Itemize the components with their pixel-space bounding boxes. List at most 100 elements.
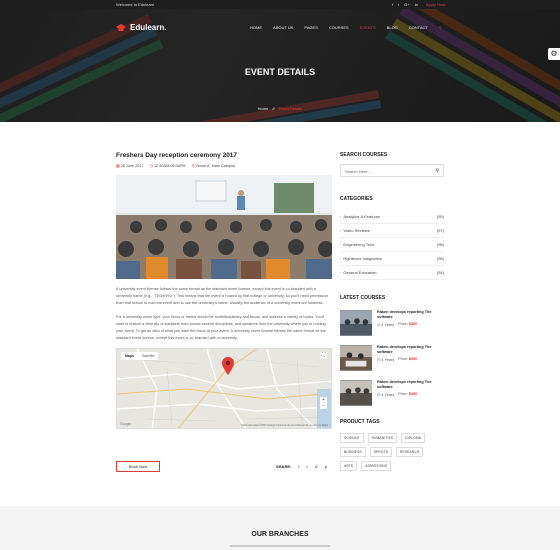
sidebar: SEARCH COURSES Search Here ... ⚲ CATEGOR… [340, 152, 444, 471]
category-list: › Analytics & Features (55) › Video Reviews… [340, 210, 444, 280]
categories-title: CATEGORIES [340, 196, 373, 202]
event-venue: ⚲Venue A, Main Campus [191, 164, 236, 168]
event-description-1: A university event license follows the s… [116, 287, 329, 305]
tag-diploma[interactable]: DIPLOMA [401, 433, 425, 443]
tag-research[interactable]: RESEARCH [396, 447, 424, 457]
category-item[interactable]: › Video Reviews (57) [340, 224, 444, 238]
branches-subtitle-line [230, 545, 330, 547]
calendar-icon: ▦ [116, 164, 120, 168]
chevron-right-icon: › [340, 228, 342, 233]
category-item[interactable]: › General Education (54) [340, 266, 444, 280]
tag-arts[interactable]: ARTS [340, 461, 358, 471]
search-icon[interactable]: ⚲ [435, 168, 439, 174]
chevron-right-icon: › [340, 242, 342, 247]
map-footer: Datos del mapa ©2017 Google Términos de … [241, 424, 328, 427]
twitter-icon[interactable]: t [398, 2, 399, 7]
breadcrumb-home[interactable]: Home [258, 106, 269, 111]
clock-icon: ◷ [149, 164, 153, 168]
zoom-out-button[interactable]: − [320, 403, 327, 409]
tag-science[interactable]: SCIENCE [340, 433, 364, 443]
course-meta: ◷ 4 Years Price: $550 [377, 357, 418, 362]
map-zoom-controls: + − [320, 397, 327, 409]
clock-icon: ◷ [377, 358, 381, 362]
chevron-right-icon: › [340, 270, 342, 275]
event-content: Freshers Day reception ceremony 2017 ▦28… [116, 152, 332, 472]
search-icon[interactable]: ⚲ [439, 25, 442, 30]
google-icon[interactable]: G [315, 464, 318, 469]
course-thumbnail [340, 310, 373, 336]
location-icon: ⚲ [191, 164, 195, 168]
course-item[interactable]: Raken develops reporting The software ◷ … [340, 380, 444, 406]
share-label: SHARE: [276, 464, 292, 469]
nav-pages[interactable]: PAGES [304, 25, 318, 30]
tag-business[interactable]: BUSINESS [340, 447, 366, 457]
event-time: ◷12:30AM-05:30PM [149, 164, 186, 168]
course-item[interactable]: Raken develops reporting The software ◷ … [340, 345, 444, 371]
latest-courses-title: LATEST COURSES [340, 295, 386, 301]
graduation-cap-icon [116, 23, 126, 31]
breadcrumb-separator: // [272, 106, 275, 111]
social-links: f t G+ in [392, 2, 418, 7]
nav-blog[interactable]: BLOG [387, 25, 398, 30]
hero-banner: Edulearn. HOME ABOUT US PAGES COURSES EV… [0, 9, 560, 122]
search-input[interactable]: Search Here ... [345, 169, 372, 174]
breadcrumb: Home // Event Details [0, 106, 560, 111]
course-title[interactable]: Raken develops reporting The software [377, 345, 444, 355]
chevron-right-icon: › [340, 214, 342, 219]
map-type-tabs: Maps Satellite [121, 352, 159, 360]
facebook-icon[interactable]: f [392, 2, 393, 7]
category-item[interactable]: › Analytics & Features (55) [340, 210, 444, 224]
tag-admissions[interactable]: ADMISSIONS [361, 461, 392, 471]
nav-events[interactable]: EVENTS [360, 25, 376, 30]
book-now-button[interactable]: Book Now [116, 461, 160, 472]
event-meta: ▦28 June 2017 ◷12:30AM-05:30PM ⚲Venue A,… [116, 163, 332, 168]
clock-icon: ◷ [377, 323, 381, 327]
nav-contact[interactable]: CONTACT [409, 25, 428, 30]
branches-title: OUR BRANCHES [251, 531, 309, 538]
course-item[interactable]: Raken develops reporting The software ◷ … [340, 310, 444, 336]
category-item[interactable]: › Righteous Indignation (98) [340, 252, 444, 266]
event-map[interactable]: Maps Satellite ⛶ + − Google Datos del ma… [116, 348, 332, 429]
apply-now-link[interactable]: Apply Now [426, 2, 445, 7]
event-title: Freshers Day reception ceremony 2017 [116, 152, 238, 159]
event-date: ▦28 June 2017 [116, 164, 144, 168]
map-pin-icon[interactable] [222, 357, 234, 375]
google-plus-icon[interactable]: G+ [404, 2, 409, 7]
event-photo [116, 175, 332, 279]
chevron-right-icon: › [340, 256, 342, 261]
nav-home[interactable]: HOME [250, 25, 262, 30]
course-meta: ◷ 4 Years Price: $350 [377, 392, 418, 397]
nav-courses[interactable]: COURSES [329, 25, 349, 30]
product-tags-title: PRODUCT TAGS [340, 419, 380, 425]
branches-section [0, 506, 560, 550]
twitter-icon[interactable]: t [306, 464, 307, 469]
course-meta: ◷ 4 Years Price: $350 [377, 322, 418, 327]
pinterest-icon[interactable]: p [325, 464, 327, 469]
tag-humanities[interactable]: HUMANITIES [367, 433, 398, 443]
linkedin-icon[interactable]: in [415, 2, 418, 7]
course-title[interactable]: Raken develops reporting The software [377, 310, 444, 320]
brand-name: Edulearn. [130, 23, 167, 32]
clock-icon: ◷ [377, 393, 381, 397]
tag-sprots[interactable]: SPROTS [369, 447, 393, 457]
search-box[interactable]: Search Here ... ⚲ [340, 164, 444, 177]
category-item[interactable]: › Engineering Tech (98) [340, 238, 444, 252]
fullscreen-icon[interactable]: ⛶ [320, 352, 327, 359]
map-tab[interactable]: Maps [121, 352, 138, 360]
nav-about-us[interactable]: ABOUT US [273, 25, 293, 30]
tag-list: SCIENCE HUMANITIES DIPLOMA BUSINESS SPRO… [340, 433, 444, 471]
top-bar: Welcome to Edulearn f t G+ in Apply Now [0, 0, 560, 9]
facebook-icon[interactable]: f [298, 464, 299, 469]
main-nav: HOME ABOUT US PAGES COURSES EVENTS BLOG … [250, 25, 442, 30]
course-thumbnail [340, 380, 373, 406]
search-courses-title: SEARCH COURSES [340, 152, 388, 158]
event-description-2: For a university event type, your focus … [116, 315, 326, 340]
welcome-text: Welcome to Edulearn [116, 2, 155, 7]
share-bar: SHARE: f t G p [276, 464, 327, 469]
course-thumbnail [340, 345, 373, 371]
satellite-tab[interactable]: Satellite [138, 352, 158, 360]
page-title: EVENT DETAILS [244, 67, 316, 77]
gear-icon[interactable]: ⚙ [548, 48, 560, 60]
course-title[interactable]: Raken develops reporting The software [377, 380, 444, 390]
site-logo[interactable]: Edulearn. [116, 23, 166, 32]
